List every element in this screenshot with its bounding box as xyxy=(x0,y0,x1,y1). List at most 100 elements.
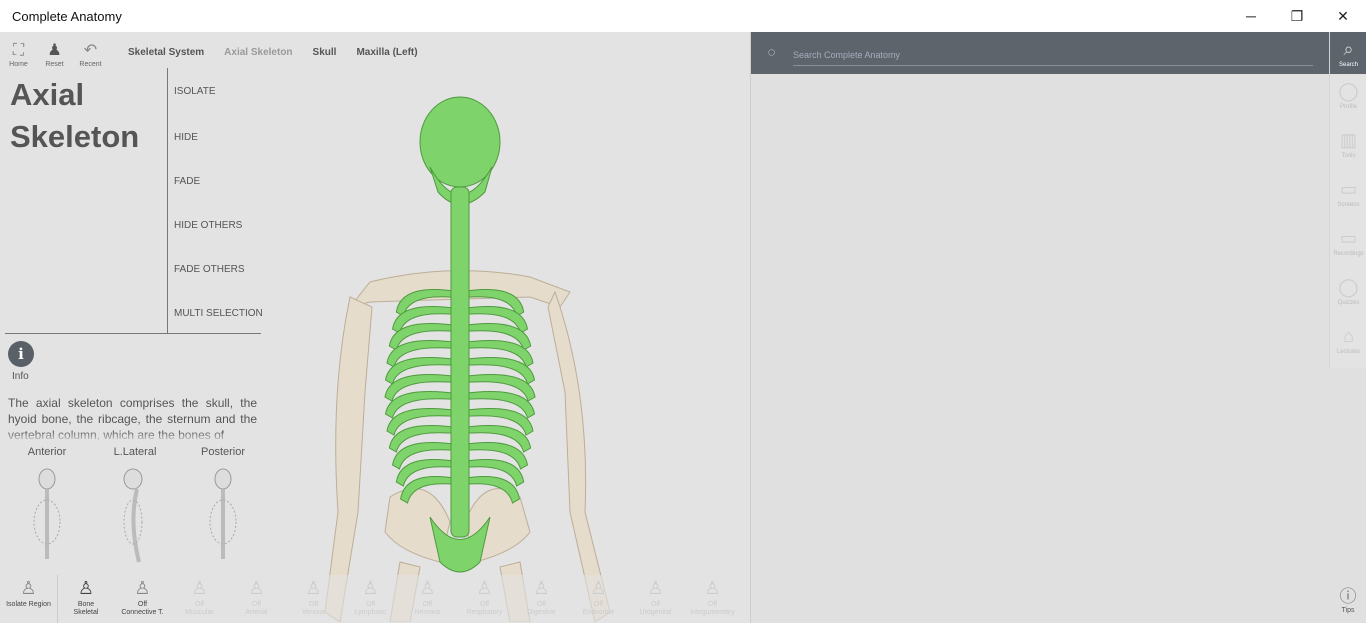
system-state: Off xyxy=(650,601,661,608)
rail-lectures-button[interactable]: ⌂ Lectures xyxy=(1330,319,1366,368)
rail-label: Search xyxy=(1338,62,1358,68)
system-state: Off xyxy=(593,601,604,608)
breadcrumb-skull[interactable]: Skull xyxy=(313,47,337,58)
rail-label: Recordings xyxy=(1333,251,1364,257)
top-nav: ⛶ Home ♟ Reset ↶ Recent Skeletal System Axi… xyxy=(0,32,417,68)
search-icon: ○ xyxy=(767,44,777,61)
isolate-button[interactable]: ISOLATE xyxy=(174,86,216,97)
reset-button[interactable]: ♟ Reset xyxy=(37,41,72,68)
window-title: Complete Anatomy xyxy=(12,8,122,24)
model-panel: ⛶ Home ♟ Reset ↶ Recent Skeletal System Axi… xyxy=(0,32,750,623)
system-isolate-region[interactable]: ♙ Isolate Region xyxy=(0,575,57,623)
search-bar: ○ xyxy=(751,32,1329,74)
system-urogenital[interactable]: ♙ Off Urogenital xyxy=(627,575,684,623)
rail-search-button[interactable]: ⌕ Search xyxy=(1330,32,1366,74)
rail-recordings-button[interactable]: ▭ Recordings xyxy=(1330,221,1366,270)
system-skeletal[interactable]: ♙ Bone Skeletal xyxy=(57,575,114,623)
rail-label: Quizzes xyxy=(1337,300,1360,306)
close-button[interactable]: ✕ xyxy=(1320,0,1366,32)
system-label: Arterial xyxy=(245,609,268,616)
system-digestive[interactable]: ♙ Off Digestive xyxy=(513,575,570,623)
tips-button[interactable]: ⓘ Tips xyxy=(1329,582,1366,614)
systems-bar: ♙ Isolate Region ♙ Bone Skeletal ♙ Off Connecti… xyxy=(0,575,750,623)
title-bar: Complete Anatomy ─ ❐ ✕ xyxy=(0,0,1366,32)
view-lateral-label: L.Lateral xyxy=(113,446,157,458)
anterior-view-thumbnail[interactable] xyxy=(27,467,67,567)
system-label: Connective T. xyxy=(121,609,164,616)
system-muscular[interactable]: ♙ Off Muscular xyxy=(171,575,228,623)
system-state: Off xyxy=(251,601,262,608)
home-button[interactable]: ⛶ Home xyxy=(1,41,36,68)
quizzes-icon: ◯ xyxy=(1338,277,1359,297)
system-state: Off xyxy=(479,601,490,608)
recent-button[interactable]: ↶ Recent xyxy=(73,41,108,68)
system-respiratory[interactable]: ♙ Off Respiratory xyxy=(456,575,513,623)
rail-quizzes-button[interactable]: ◯ Quizzes xyxy=(1330,270,1366,319)
system-state: Off xyxy=(536,601,547,608)
system-integumentary[interactable]: ♙ Off Integumentary xyxy=(684,575,741,623)
search-input[interactable] xyxy=(793,44,1313,66)
description-text: The axial skeleton comprises the skull, … xyxy=(8,396,257,443)
structure-title: Axial Skeleton xyxy=(10,74,139,158)
system-label: Respiratory xyxy=(466,609,503,616)
breadcrumb-maxilla[interactable]: Maxilla (Left) xyxy=(356,47,417,58)
rail-label: Tools xyxy=(1341,153,1356,159)
body-icon: ♙ xyxy=(476,578,493,598)
recordings-icon: ▭ xyxy=(1339,228,1357,248)
system-venous[interactable]: ♙ Off Venous xyxy=(285,575,342,623)
restore-button[interactable]: ❐ xyxy=(1274,0,1320,32)
minimize-button[interactable]: ─ xyxy=(1228,0,1274,32)
home-label: Home xyxy=(9,61,28,68)
multi-selection-button[interactable]: MULTI SELECTION xyxy=(174,308,263,319)
system-connective-t[interactable]: ♙ Off Connective T. xyxy=(114,575,171,623)
search-icon: ⌕ xyxy=(1343,39,1354,59)
skeleton-3d-model[interactable] xyxy=(280,92,660,622)
rail-screens-button[interactable]: ▭ Screens xyxy=(1330,172,1366,221)
posterior-view-thumbnail[interactable] xyxy=(203,467,243,567)
body-icon: ♙ xyxy=(590,578,607,598)
info-icon[interactable]: i xyxy=(8,341,34,367)
screens-icon: ▭ xyxy=(1339,179,1357,199)
system-label: Skeletal xyxy=(73,609,99,616)
system-endocrine[interactable]: ♙ Off Endocrine xyxy=(570,575,627,623)
system-lymphatic[interactable]: ♙ Off Lymphatic xyxy=(342,575,399,623)
lateral-view-thumbnail[interactable] xyxy=(115,467,155,567)
person-icon: ♟ xyxy=(47,42,62,59)
tips-label: Tips xyxy=(1341,607,1355,614)
system-label: Digestive xyxy=(527,609,556,616)
breadcrumb-axial-skeleton[interactable]: Axial Skeleton xyxy=(224,47,292,58)
system-arterial[interactable]: ♙ Off Arterial xyxy=(228,575,285,623)
body-icon: ♙ xyxy=(20,578,37,598)
system-label: Nervous xyxy=(414,609,441,616)
system-label: Muscular xyxy=(185,609,214,616)
system-label: Endocrine xyxy=(582,609,615,616)
lectures-icon: ⌂ xyxy=(1343,326,1354,346)
system-state: Off xyxy=(365,601,376,608)
rail-label: Profile xyxy=(1339,104,1357,110)
breadcrumb-skeletal-system[interactable]: Skeletal System xyxy=(128,47,204,58)
body-icon: ♙ xyxy=(419,578,436,598)
title-line-1: Axial xyxy=(10,77,85,112)
rail-label: Lectures xyxy=(1336,349,1360,355)
rail-tools-button[interactable]: ▥ Tools xyxy=(1330,123,1366,172)
fade-button[interactable]: FADE xyxy=(174,176,200,187)
system-label: Urogenital xyxy=(639,609,672,616)
divider xyxy=(167,68,168,333)
hide-button[interactable]: HIDE xyxy=(174,132,198,143)
side-rail: ⌕ Search ◯ Profile ▥ Tools ▭ Screens ▭ Recordings… xyxy=(1329,32,1366,368)
system-state: Off xyxy=(194,601,205,608)
system-label: Integumentary xyxy=(690,609,735,616)
body-icon: ♙ xyxy=(533,578,550,598)
rail-profile-button[interactable]: ◯ Profile xyxy=(1330,74,1366,123)
body-icon: ♙ xyxy=(647,578,664,598)
fade-others-button[interactable]: FADE OTHERS xyxy=(174,264,245,275)
body-icon: ♙ xyxy=(134,578,151,598)
body-icon: ♙ xyxy=(248,578,265,598)
home-icon: ⛶ xyxy=(12,42,25,59)
hide-others-button[interactable]: HIDE OTHERS xyxy=(174,220,242,231)
system-label: Lymphatic xyxy=(354,609,387,616)
system-nervous[interactable]: ♙ Off Nervous xyxy=(399,575,456,623)
rail-label: Screens xyxy=(1337,202,1360,208)
recent-label: Recent xyxy=(79,61,102,68)
info-label: Info xyxy=(12,371,29,382)
